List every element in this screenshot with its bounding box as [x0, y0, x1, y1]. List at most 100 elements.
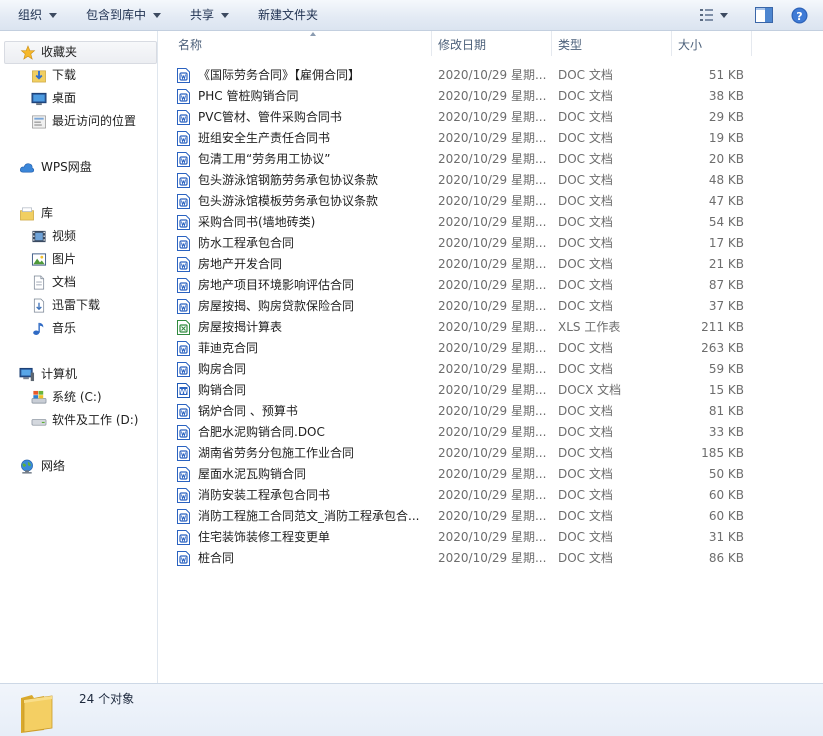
- file-size: 51 KB: [708, 68, 744, 82]
- file-date: 2020/10/29 星期...: [438, 551, 547, 565]
- nav-music[interactable]: 音乐: [0, 318, 157, 339]
- file-row[interactable]: 住宅装饰装修工程变更单 2020/10/29 星期... DOC 文档 31 KB: [172, 527, 767, 548]
- organize-button[interactable]: 组织: [18, 0, 58, 30]
- nav-wps-cloud[interactable]: WPS网盘: [0, 157, 157, 178]
- file-row[interactable]: 包头游泳馆模板劳务承包协议条款 2020/10/29 星期... DOC 文档 47 …: [172, 191, 767, 212]
- file-name: PVC管材、管件采购合同书: [198, 110, 342, 124]
- computer-icon: [19, 367, 35, 382]
- share-label: 共享: [190, 8, 215, 22]
- nav-network-label: 网络: [41, 459, 66, 473]
- nav-desktop[interactable]: 桌面: [0, 88, 157, 109]
- file-type: DOC 文档: [558, 467, 613, 481]
- file-name: 屋面水泥瓦购销合同: [198, 467, 307, 481]
- column-header-size[interactable]: 大小: [672, 31, 752, 56]
- file-name: 湖南省劳务分包施工作业合同: [198, 446, 355, 460]
- file-row[interactable]: 湖南省劳务分包施工作业合同 2020/10/29 星期... DOC 文档 185 K…: [172, 443, 767, 464]
- file-date: 2020/10/29 星期...: [438, 299, 547, 313]
- column-header-name[interactable]: 名称: [172, 31, 432, 56]
- file-row[interactable]: 采购合同书(墙地砖类) 2020/10/29 星期... DOC 文档 54 KB: [172, 212, 767, 233]
- file-row[interactable]: PHC 管桩购销合同 2020/10/29 星期... DOC 文档 38 KB: [172, 86, 767, 107]
- file-name: 住宅装饰装修工程变更单: [198, 530, 331, 544]
- chevron-down-icon: [720, 13, 728, 18]
- file-type: DOC 文档: [558, 446, 613, 460]
- file-type: DOC 文档: [558, 152, 613, 166]
- nav-computer-label: 计算机: [41, 367, 78, 381]
- file-name: 房地产开发合同: [198, 257, 283, 271]
- nav-videos[interactable]: 视频: [0, 226, 157, 247]
- file-row[interactable]: 屋面水泥瓦购销合同 2020/10/29 星期... DOC 文档 50 KB: [172, 464, 767, 485]
- file-row[interactable]: 班组安全生产责任合同书 2020/10/29 星期... DOC 文档 19 KB: [172, 128, 767, 149]
- column-name-label: 名称: [178, 38, 203, 52]
- star-icon: [20, 45, 36, 60]
- file-size: 48 KB: [708, 173, 744, 187]
- file-row[interactable]: 房屋按揭、购房贷款保险合同 2020/10/29 星期... DOC 文档 37 KB: [172, 296, 767, 317]
- file-row[interactable]: 菲迪克合同 2020/10/29 星期... DOC 文档 263 KB: [172, 338, 767, 359]
- file-name: 班组安全生产责任合同书: [198, 131, 331, 145]
- file-name: 包清工用“劳务用工协议”: [198, 152, 331, 166]
- doc-file-icon: [177, 236, 190, 251]
- xls-file-icon: [177, 320, 190, 335]
- file-type: DOC 文档: [558, 89, 613, 103]
- file-name: 合肥水泥购销合同.DOC: [198, 425, 325, 439]
- nav-music-label: 音乐: [52, 321, 77, 335]
- nav-downloads[interactable]: 下载: [0, 65, 157, 86]
- column-header-type[interactable]: 类型: [552, 31, 672, 56]
- recent-places-icon: [32, 115, 46, 129]
- chevron-down-icon: [49, 13, 58, 18]
- include-in-library-button[interactable]: 包含到库中: [86, 0, 162, 30]
- file-type: DOC 文档: [558, 131, 613, 145]
- nav-wps-label: WPS网盘: [41, 160, 92, 174]
- file-date: 2020/10/29 星期...: [438, 194, 547, 208]
- file-row[interactable]: 消防安装工程承包合同书 2020/10/29 星期... DOC 文档 60 KB: [172, 485, 767, 506]
- network-globe-icon: [21, 459, 33, 474]
- file-row[interactable]: 防水工程承包合同 2020/10/29 星期... DOC 文档 17 KB: [172, 233, 767, 254]
- new-folder-button[interactable]: 新建文件夹: [258, 0, 318, 30]
- nav-computer[interactable]: 计算机: [0, 364, 157, 385]
- file-row[interactable]: 桩合同 2020/10/29 星期... DOC 文档 86 KB: [172, 548, 767, 569]
- nav-drive-d[interactable]: 软件及工作 (D:): [0, 410, 157, 431]
- file-size: 33 KB: [708, 425, 744, 439]
- file-row[interactable]: 房屋按揭计算表 2020/10/29 星期... XLS 工作表 211 KB: [172, 317, 767, 338]
- file-date: 2020/10/29 星期...: [438, 320, 547, 334]
- file-row[interactable]: W 购销合同 2020/10/29 星期... DOCX 文档 15 KB: [172, 380, 767, 401]
- file-row[interactable]: 房地产开发合同 2020/10/29 星期... DOC 文档 21 KB: [172, 254, 767, 275]
- file-size: 59 KB: [708, 362, 744, 376]
- doc-file-icon: [177, 551, 190, 566]
- file-row[interactable]: PVC管材、管件采购合同书 2020/10/29 星期... DOC 文档 29 KB: [172, 107, 767, 128]
- file-row[interactable]: 消防工程施工合同范文_消防工程承包合... 2020/10/29 星期... DOC…: [172, 506, 767, 527]
- nav-network[interactable]: 网络: [0, 456, 157, 477]
- file-row[interactable]: 购房合同 2020/10/29 星期... DOC 文档 59 KB: [172, 359, 767, 380]
- file-name: 房屋按揭、购房贷款保险合同: [198, 299, 355, 313]
- file-type: DOC 文档: [558, 341, 613, 355]
- nav-drive-c[interactable]: 系统 (C:): [0, 387, 157, 408]
- share-button[interactable]: 共享: [190, 0, 230, 30]
- file-row[interactable]: 《国际劳务合同》【雇佣合同】 2020/10/29 星期... DOC 文档 51 K…: [172, 65, 767, 86]
- nav-favorites[interactable]: 收藏夹: [4, 41, 157, 64]
- organize-label: 组织: [18, 8, 43, 22]
- file-row[interactable]: 包清工用“劳务用工协议” 2020/10/29 星期... DOC 文档 20 KB: [172, 149, 767, 170]
- file-row[interactable]: 包头游泳馆钢筋劳务承包协议条款 2020/10/29 星期... DOC 文档 48 …: [172, 170, 767, 191]
- file-row[interactable]: 合肥水泥购销合同.DOC 2020/10/29 星期... DOC 文档 33 KB: [172, 422, 767, 443]
- file-date: 2020/10/29 星期...: [438, 173, 547, 187]
- nav-xunlei-downloads[interactable]: 迅雷下载: [0, 295, 157, 316]
- view-options-button[interactable]: [700, 0, 740, 30]
- file-size: 20 KB: [708, 152, 744, 166]
- file-date: 2020/10/29 星期...: [438, 68, 547, 82]
- nav-libraries[interactable]: 库: [0, 203, 157, 224]
- file-row[interactable]: 房地产项目环境影响评估合同 2020/10/29 星期... DOC 文档 87 KB: [172, 275, 767, 296]
- file-date: 2020/10/29 星期...: [438, 131, 547, 145]
- help-icon[interactable]: ?: [791, 7, 808, 24]
- file-date: 2020/10/29 星期...: [438, 236, 547, 250]
- file-row[interactable]: 锅炉合同 、预算书 2020/10/29 星期... DOC 文档 81 KB: [172, 401, 767, 422]
- preview-pane-icon[interactable]: [755, 7, 773, 23]
- nav-recent-places[interactable]: 最近访问的位置: [0, 111, 157, 132]
- nav-documents-label: 文档: [52, 275, 77, 289]
- file-name: 防水工程承包合同: [198, 236, 295, 250]
- column-header-date[interactable]: 修改日期: [432, 31, 552, 56]
- nav-pictures[interactable]: 图片: [0, 249, 157, 270]
- file-type: DOC 文档: [558, 215, 613, 229]
- details-pane: 24 个对象: [0, 683, 823, 736]
- xunlei-download-icon: [33, 298, 45, 313]
- nav-documents[interactable]: 文档: [0, 272, 157, 293]
- file-list-pane: 名称 修改日期 类型 大小 《国际劳务合同》【雇佣合同】 2020/10/29 星…: [159, 31, 823, 683]
